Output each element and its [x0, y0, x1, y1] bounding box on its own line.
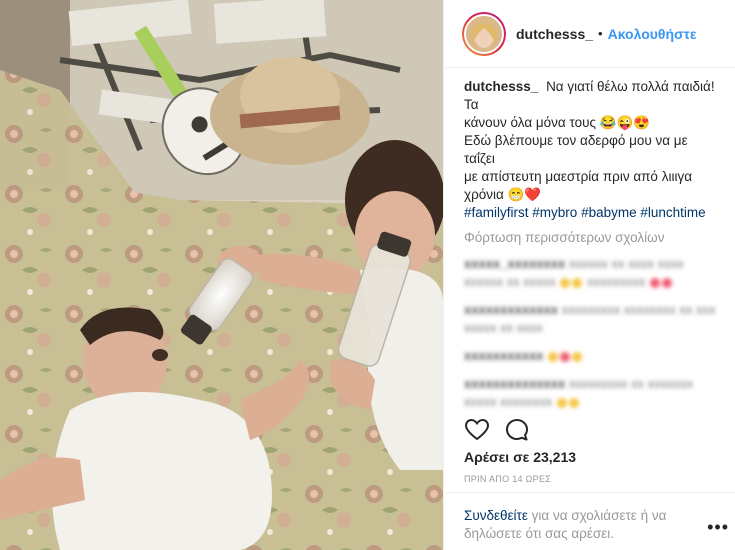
login-link[interactable]: Συνδεθείτε: [464, 508, 528, 523]
obscured-comment: xxxxxxxxxxx: [464, 347, 719, 365]
post-side-panel: dutchesss_ • Ακολουθήστε dutchesss_ Να γ…: [443, 0, 735, 550]
hashtag-familyfirst[interactable]: #familyfirst: [464, 205, 529, 220]
comment-icon[interactable]: [504, 417, 530, 443]
divider: [444, 492, 735, 493]
hashtag-list: #familyfirst #mybro #babyme #lunchtime: [464, 204, 719, 222]
comments-section: dutchesss_ Να γιατί θέλω πολλά παιδιά! Τ…: [444, 68, 735, 418]
hashtag-babyme[interactable]: #babyme: [581, 205, 637, 220]
obscured-comment: xxxxx_xxxxxxxx xxxxxx xx xxxx xxxx xxxxx…: [464, 256, 684, 289]
caption-username[interactable]: dutchesss_: [464, 79, 538, 94]
avatar-photo: [464, 13, 504, 54]
likes-count[interactable]: Αρέσει σε 23,213: [464, 449, 576, 465]
header-separator-dot: •: [598, 26, 603, 41]
heart-icon[interactable]: [464, 417, 490, 443]
avatar[interactable]: [462, 11, 506, 56]
caption-text-line-5: χρόνια 😁❤️: [464, 187, 542, 202]
action-bar: [464, 417, 530, 443]
post-photo: [0, 0, 443, 550]
post-header: dutchesss_ • Ακολουθήστε: [444, 0, 735, 68]
caption-text-line-4: με απίστευτη μαεστρία πριν από λιιιγα: [464, 169, 692, 184]
header-username[interactable]: dutchesss_: [516, 26, 593, 42]
caption-text-line-2: κάνουν όλα μόνα τους 😂😜😍: [464, 115, 651, 130]
hashtag-lunchtime[interactable]: #lunchtime: [640, 205, 705, 220]
post-caption: dutchesss_ Να γιατί θέλω πολλά παιδιά! Τ…: [464, 78, 719, 222]
caption-text-line-3: Εδώ βλέπουμε τον αδερφό μου να με ταΐζει: [464, 133, 688, 166]
post-timestamp: ΠΡΙΝ ΑΠΟ 14 ΩΡΕΣ: [464, 474, 552, 484]
obscured-comment: xxxxxxxxxxxxxx xxxxxxxxx xx xxxxxxx xxxx…: [464, 376, 694, 409]
hashtag-mybro[interactable]: #mybro: [532, 205, 577, 220]
obscured-comment: xxxxxxxxxxxxx xxxxxxxxx xxxxxxxx xx xxx …: [464, 302, 716, 335]
login-prompt: Συνδεθείτε για να σχολιάσετε ή να δηλώσε…: [464, 507, 694, 543]
more-options-icon[interactable]: •••: [707, 518, 729, 536]
load-more-comments-button[interactable]: Φόρτωση περισσότερων σχολίων: [464, 230, 719, 245]
follow-button[interactable]: Ακολουθήστε: [608, 26, 697, 42]
